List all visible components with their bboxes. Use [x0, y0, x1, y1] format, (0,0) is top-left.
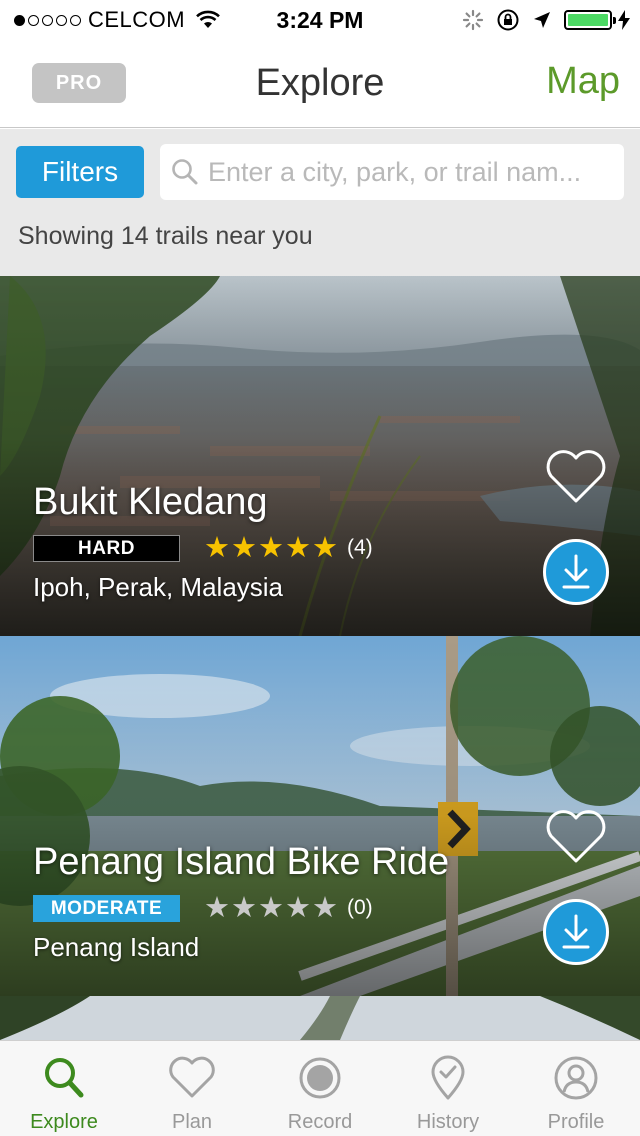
orientation-lock-icon	[497, 9, 519, 31]
tab-plan[interactable]: Plan	[128, 1041, 256, 1136]
search-input[interactable]	[208, 156, 618, 188]
tab-explore[interactable]: Explore	[0, 1041, 128, 1136]
star-rating: ★ ★ ★ ★ ★ (4)	[204, 533, 373, 563]
difficulty-badge: MODERATE	[33, 895, 180, 922]
favorite-heart-icon[interactable]	[543, 446, 609, 506]
result-count-text: Showing 14 trails near you	[18, 222, 313, 250]
trail-card[interactable]: Penang Island Bike Ride MODERATE ★ ★ ★ ★…	[0, 636, 640, 996]
search-box[interactable]	[160, 144, 624, 200]
search-icon	[172, 159, 198, 185]
star-icon: ★	[231, 892, 257, 924]
tab-profile[interactable]: Profile	[512, 1041, 640, 1136]
filters-button[interactable]: Filters	[16, 146, 144, 198]
download-icon	[562, 554, 590, 589]
profile-icon	[554, 1056, 598, 1100]
location-check-icon	[431, 1055, 465, 1100]
tab-label: History	[416, 1111, 480, 1133]
download-button[interactable]	[543, 539, 609, 605]
page-title: Explore	[255, 62, 385, 104]
star-icon: ★	[285, 892, 311, 924]
trail-name: Penang Island Bike Ride	[33, 841, 450, 883]
star-icon: ★	[258, 892, 284, 924]
tab-label: Plan	[171, 1111, 213, 1133]
record-icon	[299, 1057, 341, 1099]
trail-name: Bukit Kledang	[33, 481, 268, 523]
search-area: Filters Showing 14 trails near you	[0, 129, 640, 276]
star-icon: ★	[312, 892, 338, 924]
trail-location: Penang Island	[33, 932, 200, 962]
status-bar: CELCOM 3:24 PM	[0, 0, 640, 40]
activity-spinner-icon	[462, 9, 484, 31]
review-count: (0)	[347, 896, 373, 919]
review-count: (4)	[347, 536, 373, 559]
download-icon	[562, 914, 590, 949]
difficulty-badge: HARD	[33, 535, 180, 562]
trail-card[interactable]: Bukit Kledang HARD ★ ★ ★ ★ ★ (4) Ipoh, P…	[0, 276, 640, 636]
search-icon	[45, 1058, 84, 1098]
heart-icon	[169, 1056, 215, 1098]
tab-label: Explore	[30, 1111, 98, 1133]
star-icon: ★	[285, 532, 311, 564]
tab-bar: Explore Plan Record History Profile	[0, 1040, 640, 1136]
trail-photo	[0, 996, 640, 1040]
tab-label: Profile	[547, 1111, 605, 1133]
battery-icon	[564, 10, 616, 30]
battery-level	[568, 14, 608, 26]
trail-location: Ipoh, Perak, Malaysia	[33, 572, 284, 602]
star-icon: ★	[204, 892, 230, 924]
star-icon: ★	[204, 532, 230, 564]
tab-history[interactable]: History	[384, 1041, 512, 1136]
location-arrow-icon	[534, 12, 550, 28]
star-icon: ★	[231, 532, 257, 564]
favorite-heart-icon[interactable]	[543, 806, 609, 866]
tab-record[interactable]: Record	[256, 1041, 384, 1136]
trail-card[interactable]	[0, 996, 640, 1040]
tab-label: Record	[287, 1111, 353, 1133]
download-button[interactable]	[543, 899, 609, 965]
map-button[interactable]: Map	[546, 60, 620, 103]
charging-bolt-icon	[618, 10, 630, 30]
star-icon: ★	[312, 532, 338, 564]
star-rating: ★ ★ ★ ★ ★ (0)	[204, 893, 373, 923]
star-icon: ★	[258, 532, 284, 564]
navigation-bar: PRO Explore Map	[0, 40, 640, 128]
